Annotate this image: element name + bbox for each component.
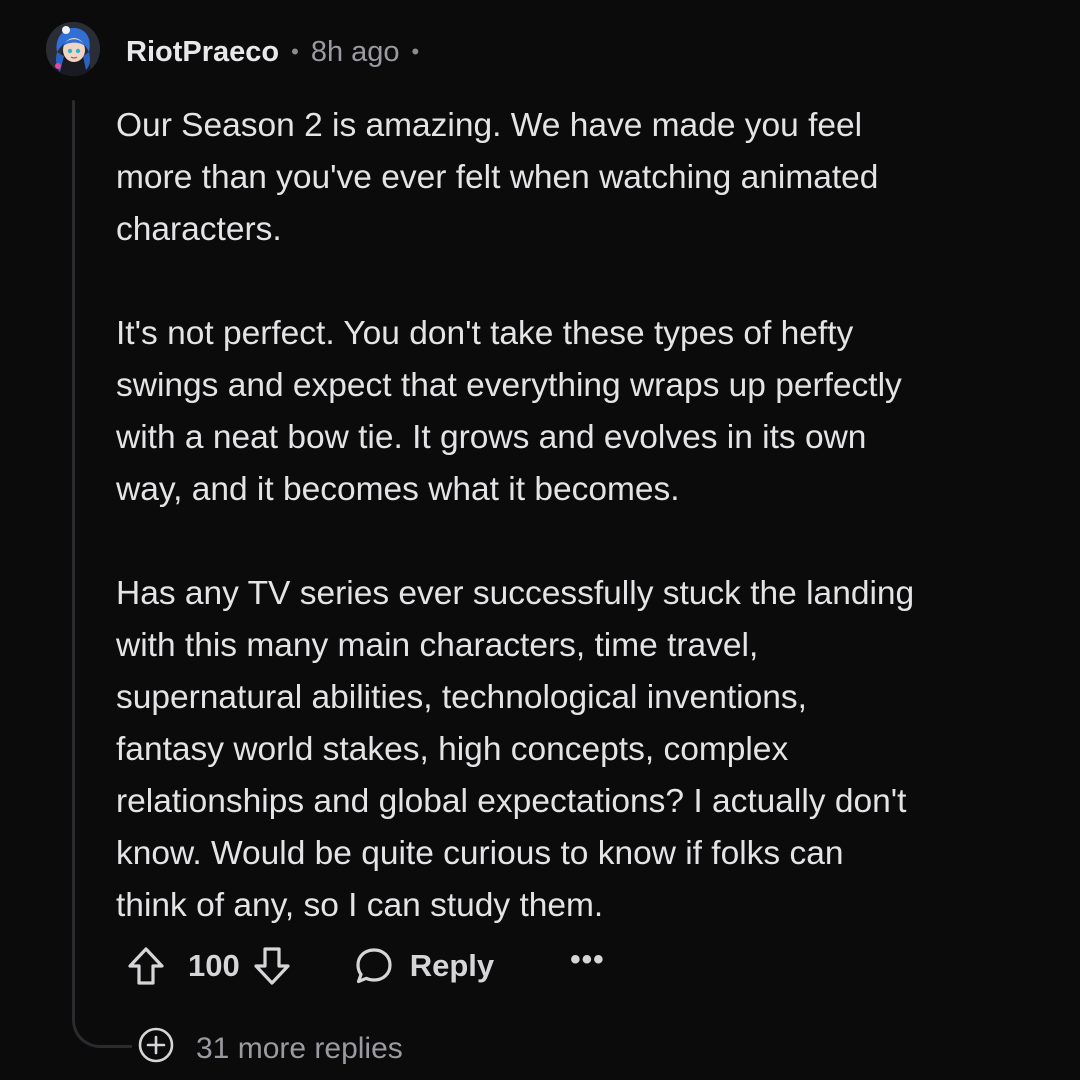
- arrow-down-icon[interactable]: [252, 945, 292, 987]
- comment-paragraph: Our Season 2 is amazing. We have made yo…: [116, 107, 879, 248]
- more-replies-label: 31 more replies: [196, 1032, 403, 1065]
- speech-bubble-icon: [354, 946, 394, 986]
- more-options-button[interactable]: •••: [570, 943, 605, 977]
- arrow-up-icon[interactable]: [126, 945, 166, 987]
- thread-line[interactable]: [72, 100, 75, 1015]
- username[interactable]: RiotPraeco: [126, 36, 279, 69]
- comment-actions: 100 Reply •••: [126, 940, 605, 992]
- comment-header: RiotPraeco • 8h ago •: [126, 30, 431, 74]
- separator-dot: •: [291, 39, 299, 64]
- avatar[interactable]: [46, 22, 100, 76]
- separator-dot: •: [411, 39, 420, 64]
- comment-paragraph: It's not perfect. You don't take these t…: [116, 315, 902, 508]
- more-replies-link[interactable]: 31 more replies: [136, 1026, 403, 1072]
- reply-button[interactable]: Reply: [354, 946, 494, 986]
- thread-connector: [72, 990, 132, 1048]
- avatar-image: [46, 22, 100, 76]
- timestamp[interactable]: 8h ago: [311, 36, 400, 69]
- vote-count: 100: [188, 948, 240, 983]
- reply-label: Reply: [409, 948, 495, 983]
- comment-paragraph: Has any TV series ever successfully stuc…: [116, 575, 915, 924]
- comment-body: Our Season 2 is amazing. We have made yo…: [116, 100, 1046, 984]
- plus-circle-icon: [136, 1025, 176, 1073]
